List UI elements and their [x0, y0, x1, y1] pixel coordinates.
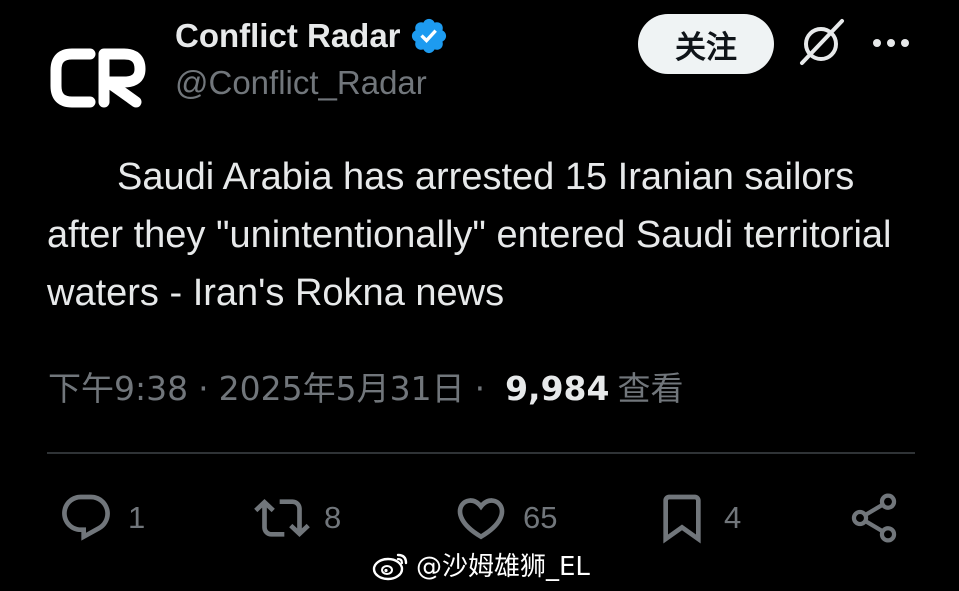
ellipsis-icon[interactable] — [868, 26, 914, 60]
meta-separator: · — [198, 369, 209, 408]
heart-icon — [457, 498, 505, 540]
follow-button[interactable]: 关注 — [638, 14, 774, 74]
like-count: 65 — [523, 500, 558, 535]
tweet-date[interactable]: 2025年5月31日 — [219, 362, 465, 410]
slashed-circle-icon[interactable] — [794, 16, 848, 70]
retweet-count: 8 — [324, 500, 342, 535]
reply-icon — [62, 494, 110, 541]
weibo-icon — [372, 553, 408, 580]
reply-count: 1 — [128, 500, 146, 535]
tweet-time[interactable]: 下午9:38 — [48, 362, 188, 410]
author-handle[interactable]: @Conflict_Radar — [175, 64, 427, 102]
author-name-row: Conflict Radar — [175, 14, 449, 58]
verified-badge-icon[interactable] — [409, 16, 449, 56]
conflict-radar-logo-icon — [50, 48, 146, 108]
bookmark-count: 4 — [724, 500, 742, 535]
reply-button[interactable]: 1 — [58, 488, 145, 548]
watermark-text: @沙姆雄狮_EL — [416, 552, 590, 582]
meta-separator: · — [474, 369, 486, 408]
bookmark-icon — [663, 494, 701, 544]
tweet-text: Saudi Arabia has arrested 15 Iranian sai… — [47, 156, 892, 314]
divider — [47, 452, 915, 454]
share-button[interactable] — [846, 488, 902, 548]
retweet-icon — [254, 499, 310, 537]
avatar[interactable] — [40, 18, 160, 138]
bookmark-button[interactable]: 4 — [654, 488, 741, 548]
tweet-meta: 下午9:38 · 2025年5月31日 · 9,984 查看 — [48, 362, 683, 410]
views-count: 9,984 — [505, 369, 610, 408]
like-button[interactable]: 65 — [453, 488, 557, 548]
views-label: 查看 — [617, 369, 684, 408]
share-icon — [851, 493, 897, 543]
retweet-button[interactable]: 8 — [254, 488, 341, 548]
author-display-name[interactable]: Conflict Radar — [175, 17, 401, 55]
watermark: @沙姆雄狮_EL — [372, 546, 590, 583]
